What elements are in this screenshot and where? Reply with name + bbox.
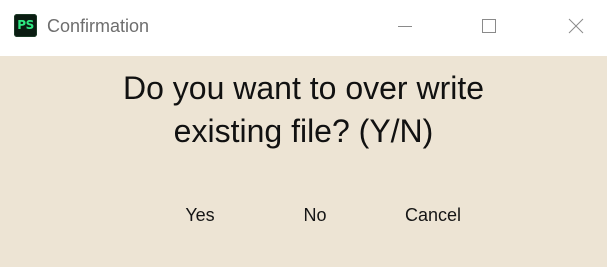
ps-app-icon: PS [14,14,37,37]
window-title: Confirmation [47,16,150,36]
message-line-2: existing file? (Y/N) [173,113,434,149]
no-button[interactable]: No [290,202,340,228]
confirmation-message: Do you want to over write existing file?… [0,67,607,153]
maximize-icon [480,17,498,40]
confirmation-window: PS Confirmation Do you want to over writ… [0,0,607,267]
close-button[interactable] [553,0,599,56]
cancel-button[interactable]: Cancel [389,202,477,228]
yes-button[interactable]: Yes [174,202,226,228]
dialog-body: Do you want to over write existing file?… [0,56,607,267]
minimize-icon [396,17,414,40]
message-line-1: Do you want to over write [122,70,485,106]
close-icon [567,17,585,40]
maximize-button[interactable] [466,0,512,56]
title-bar[interactable]: PS Confirmation [0,0,607,56]
minimize-button[interactable] [382,0,428,56]
